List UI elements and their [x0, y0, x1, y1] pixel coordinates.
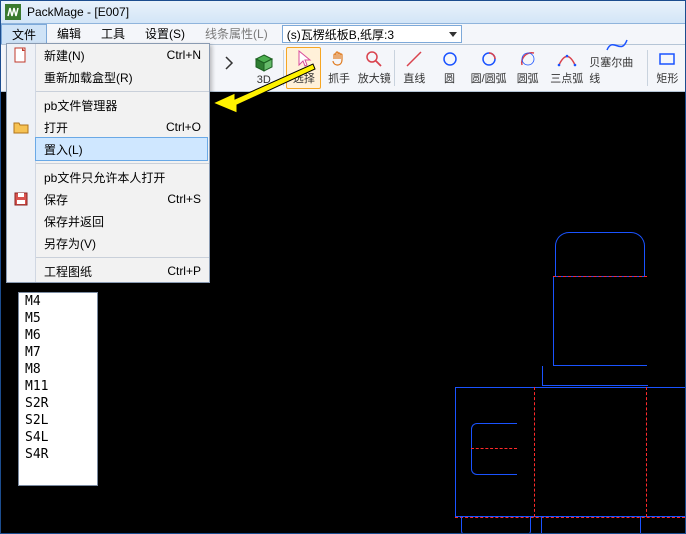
- dieline-part: [542, 366, 648, 386]
- annotation-arrow-icon: [213, 43, 323, 133]
- menu-edit[interactable]: 编辑: [47, 24, 91, 44]
- dieline-part: [471, 423, 517, 475]
- circle-icon: [441, 48, 459, 70]
- tool-zoom[interactable]: 放大镜: [357, 47, 392, 89]
- line-icon: [405, 48, 423, 70]
- list-item[interactable]: S4L: [19, 429, 97, 446]
- tool-hand[interactable]: 抓手: [321, 47, 356, 89]
- menu-file[interactable]: 文件: [1, 24, 47, 44]
- tool-line[interactable]: 直线: [397, 47, 432, 89]
- menu-pb-self-only[interactable]: pb文件只允许本人打开: [36, 166, 209, 188]
- dieline-crease: [535, 387, 647, 517]
- file-dropdown: 新建(N) Ctrl+N 重新加载盒型(R) pb文件管理器 打开 Ctrl+O…: [6, 43, 210, 283]
- tool-rect[interactable]: 矩形: [650, 47, 685, 89]
- bezier-icon: [605, 36, 629, 54]
- dieline-crease: [471, 448, 517, 449]
- menu-drawings[interactable]: 工程图纸 Ctrl+P: [36, 260, 209, 282]
- save-icon: [7, 188, 35, 210]
- list-item[interactable]: S2L: [19, 412, 97, 429]
- menu-tool[interactable]: 工具: [91, 24, 135, 44]
- arc-icon: [519, 48, 537, 70]
- list-item[interactable]: M6: [19, 327, 97, 344]
- separator: [647, 50, 648, 86]
- menu-new[interactable]: 新建(N) Ctrl+N: [36, 44, 209, 66]
- hand-icon: [330, 48, 348, 70]
- dieline-part: [647, 387, 685, 517]
- magnifier-icon: [365, 48, 383, 70]
- list-item[interactable]: S4R: [19, 446, 97, 463]
- menu-save-as[interactable]: 另存为(V): [36, 232, 209, 254]
- tool-circle-arc[interactable]: 圆/圆弧: [467, 47, 510, 89]
- list-item[interactable]: M8: [19, 361, 97, 378]
- list-item[interactable]: M5: [19, 310, 97, 327]
- dieline-part: [541, 517, 641, 533]
- menu-line-props[interactable]: 线条属性(L): [195, 24, 278, 44]
- material-select[interactable]: (s)瓦楞纸板B,纸厚:3: [282, 25, 462, 43]
- separator: [394, 50, 395, 86]
- list-item[interactable]: M4: [19, 293, 97, 310]
- tool-three-pt-arc[interactable]: 三点弧: [545, 47, 588, 89]
- side-variable-list[interactable]: M4 M5 M6 M7 M8 M11 S2R S2L S4L S4R: [18, 292, 98, 486]
- dieline-crease: [553, 276, 647, 366]
- list-item[interactable]: M11: [19, 378, 97, 395]
- menu-open[interactable]: 打开 Ctrl+O: [36, 116, 209, 138]
- open-file-icon: [7, 116, 35, 138]
- tool-circle[interactable]: 圆: [432, 47, 467, 89]
- circle-arc-icon: [480, 48, 498, 70]
- tool-arc[interactable]: 圆弧: [510, 47, 545, 89]
- menu-reload-box[interactable]: 重新加载盒型(R): [36, 66, 209, 88]
- menu-save[interactable]: 保存 Ctrl+S: [36, 188, 209, 210]
- titlebar: PackMage - [E007]: [1, 1, 685, 24]
- menubar: 文件 编辑 工具 设置(S) 线条属性(L) (s)瓦楞纸板B,纸厚:3: [1, 24, 685, 45]
- menu-gutter: [7, 44, 36, 282]
- tool-bezier[interactable]: 贝塞尔曲线: [588, 47, 645, 89]
- menu-settings[interactable]: 设置(S): [135, 24, 195, 44]
- new-file-icon: [7, 44, 35, 66]
- app-title: PackMage - [E007]: [27, 5, 129, 19]
- material-value: (s)瓦楞纸板B,纸厚:3: [287, 26, 394, 43]
- three-point-arc-icon: [557, 48, 577, 70]
- chevron-down-icon: [449, 32, 457, 37]
- list-item[interactable]: M7: [19, 344, 97, 361]
- app-icon: [5, 4, 21, 20]
- menu-import[interactable]: 置入(L): [35, 137, 208, 161]
- dieline-part: [461, 517, 531, 533]
- dieline-part: [555, 232, 645, 276]
- menu-save-return[interactable]: 保存并返回: [36, 210, 209, 232]
- rectangle-icon: [658, 48, 676, 70]
- menu-pb-manager[interactable]: pb文件管理器: [36, 94, 209, 116]
- app-window: PackMage - [E007] 文件 编辑 工具 设置(S) 线条属性(L)…: [0, 0, 686, 534]
- list-item[interactable]: S2R: [19, 395, 97, 412]
